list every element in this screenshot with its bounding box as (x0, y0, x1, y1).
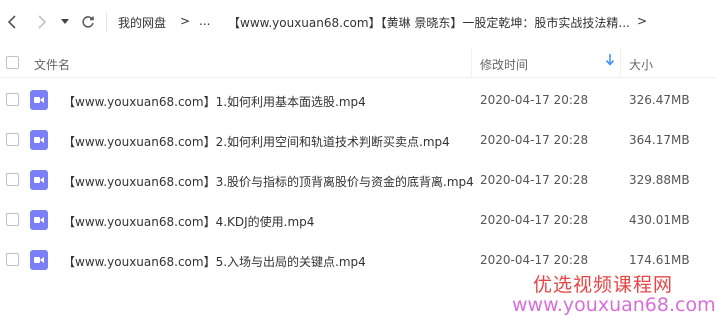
row-checkbox[interactable] (6, 253, 19, 266)
file-row[interactable]: 【www.youxuan68.com】4.KDJ的使用.mp4 2020-04-… (0, 200, 716, 240)
select-all-checkbox[interactable] (6, 56, 19, 69)
file-size: 174.61MB (629, 253, 690, 267)
file-size: 329.88MB (629, 173, 690, 187)
breadcrumb-separator: > (180, 14, 191, 28)
video-file-icon (30, 250, 48, 270)
watermark-title: 优选视频课程网 (533, 274, 674, 296)
refresh-icon (82, 16, 94, 28)
breadcrumb-current-folder[interactable]: 【www.youxuan68.com】【黄琳 景晓东】一股定乾坤：股市实战技法精… (228, 14, 630, 31)
row-checkbox[interactable] (6, 93, 19, 106)
chevron-left-icon (7, 15, 16, 29)
file-name[interactable]: 【www.youxuan68.com】2.如何利用空间和轨道技术判断买卖点.mp… (63, 133, 450, 150)
file-name[interactable]: 【www.youxuan68.com】3.股价与指标的顶背离股价与资金的底背离.… (63, 173, 474, 190)
column-header-name[interactable]: 文件名 (34, 56, 70, 73)
row-checkbox[interactable] (6, 133, 19, 146)
file-size: 430.01MB (629, 213, 690, 227)
column-header-modified[interactable]: 修改时间 (480, 56, 528, 73)
caret-down-icon (61, 19, 69, 24)
file-size: 326.47MB (629, 93, 690, 107)
file-size: 364.17MB (629, 133, 690, 147)
file-list-header: 文件名 修改时间 大小 (0, 48, 716, 78)
video-file-icon (30, 130, 48, 150)
row-checkbox[interactable] (6, 173, 19, 186)
refresh-button[interactable] (78, 12, 98, 32)
column-header-size[interactable]: 大小 (629, 56, 653, 73)
navigation-bar: 我的网盘 > ... 【www.youxuan68.com】【黄琳 景晓东】一股… (0, 0, 716, 44)
file-row[interactable]: 【www.youxuan68.com】2.如何利用空间和轨道技术判断买卖点.mp… (0, 120, 716, 160)
video-file-icon (30, 210, 48, 230)
file-modified-time: 2020-04-17 20:28 (480, 133, 589, 147)
breadcrumb-ellipsis[interactable]: ... (199, 14, 210, 28)
file-row[interactable]: 【www.youxuan68.com】3.股价与指标的顶背离股价与资金的底背离.… (0, 160, 716, 200)
watermark-url: www.youxuan68.com (512, 294, 716, 316)
file-modified-time: 2020-04-17 20:28 (480, 213, 589, 227)
file-name[interactable]: 【www.youxuan68.com】4.KDJ的使用.mp4 (63, 213, 314, 230)
column-divider[interactable] (471, 48, 472, 78)
row-checkbox[interactable] (6, 213, 19, 226)
arrow-down-icon[interactable] (605, 54, 615, 69)
column-divider[interactable] (620, 48, 621, 78)
file-name[interactable]: 【www.youxuan68.com】5.入场与出局的关键点.mp4 (63, 253, 366, 270)
nav-divider (106, 12, 107, 32)
file-modified-time: 2020-04-17 20:28 (480, 253, 589, 267)
video-file-icon (30, 90, 48, 110)
file-modified-time: 2020-04-17 20:28 (480, 173, 589, 187)
breadcrumb-trailing-separator[interactable]: > (637, 14, 647, 28)
file-row[interactable]: 【www.youxuan68.com】1.如何利用基本面选股.mp4 2020-… (0, 80, 716, 120)
chevron-right-icon (38, 15, 47, 29)
back-button[interactable] (2, 12, 22, 32)
file-modified-time: 2020-04-17 20:28 (480, 93, 589, 107)
breadcrumb-root[interactable]: 我的网盘 (118, 14, 166, 31)
history-dropdown-button[interactable] (58, 12, 72, 32)
video-file-icon (30, 170, 48, 190)
forward-button[interactable] (32, 12, 52, 32)
file-name[interactable]: 【www.youxuan68.com】1.如何利用基本面选股.mp4 (63, 93, 366, 110)
